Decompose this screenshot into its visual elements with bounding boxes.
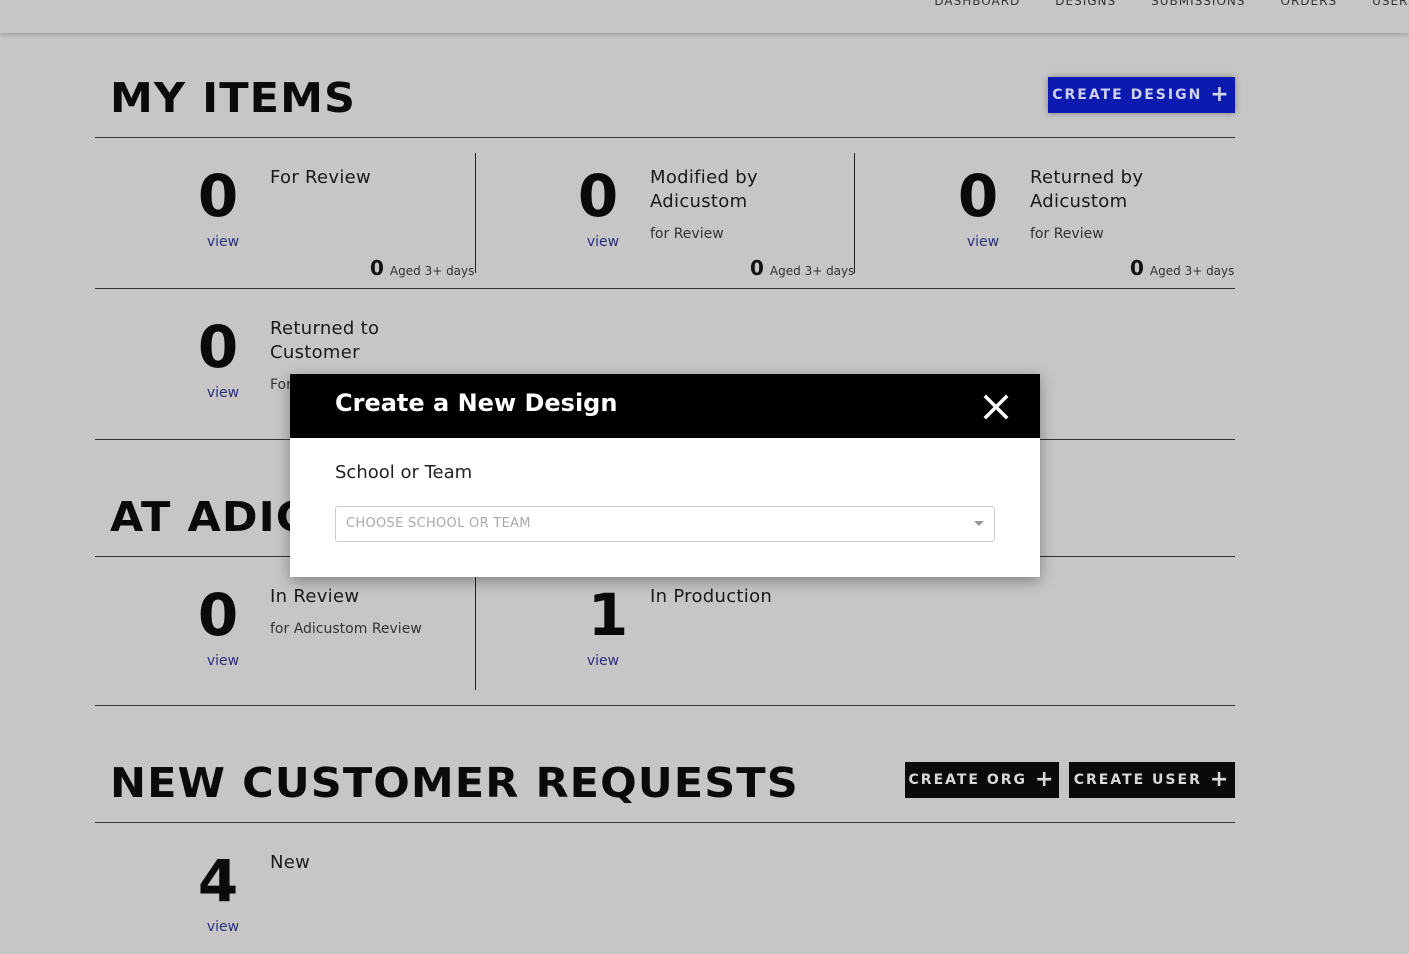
returned-by-count: 0	[957, 162, 999, 230]
top-nav-bar: DASHBOARD DESIGNS SUBMISSIONS ORDERS USE…	[0, 0, 1409, 33]
returned-by-sub: for Review	[1030, 226, 1104, 242]
divider	[475, 153, 476, 273]
main-nav: DASHBOARD DESIGNS SUBMISSIONS ORDERS USE…	[899, 0, 1409, 8]
modified-label: Modified by Adicustom	[650, 167, 758, 212]
in-production-view-link[interactable]: view	[573, 653, 633, 669]
my-items-title: MY ITEMS	[110, 74, 357, 122]
aged-label: Aged 3+ days	[769, 264, 855, 278]
aged-label: Aged 3+ days	[1149, 264, 1235, 278]
in-production-count: 1	[587, 581, 629, 649]
school-team-label: School or Team	[335, 462, 473, 483]
select-placeholder: CHOOSE SCHOOL OR TEAM	[346, 516, 531, 531]
create-design-button[interactable]: CREATE DESIGN +	[1048, 77, 1235, 113]
new-label: New	[270, 852, 311, 873]
school-team-select[interactable]: CHOOSE SCHOOL OR TEAM	[335, 506, 995, 542]
modified-aged: 0 Aged 3+ days	[750, 256, 854, 280]
nav-orders[interactable]: ORDERS	[1281, 0, 1338, 8]
modified-count: 0	[577, 162, 619, 230]
create-user-button[interactable]: CREATE USER +	[1069, 762, 1235, 798]
create-org-button[interactable]: CREATE ORG +	[905, 762, 1059, 798]
in-review-count: 0	[197, 581, 239, 649]
divider	[95, 288, 1235, 289]
returned-to-label: Returned to Customer	[270, 318, 380, 363]
aged-count: 0	[750, 256, 764, 280]
create-org-label: CREATE ORG	[908, 772, 1028, 788]
returned-to-view-link[interactable]: view	[193, 385, 253, 401]
returned-to-count: 0	[197, 313, 239, 381]
close-icon[interactable]	[982, 393, 1010, 421]
for-review-view-link[interactable]: view	[193, 234, 253, 250]
plus-icon: +	[1210, 82, 1231, 107]
for-review-label: For Review	[270, 167, 372, 188]
modified-view-link[interactable]: view	[573, 234, 633, 250]
divider	[95, 137, 1235, 138]
create-user-label: CREATE USER	[1073, 772, 1202, 788]
new-view-link[interactable]: view	[193, 919, 253, 935]
in-review-view-link[interactable]: view	[193, 653, 253, 669]
at-adicustom-title: AT ADIC	[110, 493, 309, 541]
in-production-label: In Production	[650, 586, 773, 607]
chevron-down-icon	[974, 521, 984, 526]
nav-users[interactable]: USERS	[1372, 0, 1409, 8]
divider	[95, 822, 1235, 823]
for-review-aged: 0 Aged 3+ days	[370, 256, 474, 280]
create-design-label: CREATE DESIGN	[1052, 87, 1203, 103]
in-review-sub: for Adicustom Review	[270, 621, 422, 637]
nav-dashboard[interactable]: DASHBOARD	[934, 0, 1020, 8]
divider	[475, 572, 476, 690]
returned-by-label: Returned by Adicustom	[1030, 167, 1144, 212]
create-design-modal: Create a New Design School or Team CHOOS…	[290, 374, 1040, 577]
for-review-count: 0	[197, 162, 239, 230]
new-requests-title: NEW CUSTOMER REQUESTS	[110, 759, 799, 807]
new-count: 4	[197, 847, 239, 915]
divider	[854, 153, 855, 273]
aged-count: 0	[370, 256, 384, 280]
nav-submissions[interactable]: SUBMISSIONS	[1151, 0, 1245, 8]
in-review-label: In Review	[270, 586, 360, 607]
modified-sub: for Review	[650, 226, 724, 242]
plus-icon: +	[1209, 767, 1231, 792]
returned-by-aged: 0 Aged 3+ days	[1130, 256, 1234, 280]
modal-title: Create a New Design	[335, 389, 618, 417]
returned-to-sub: For	[270, 377, 292, 393]
aged-label: Aged 3+ days	[389, 264, 475, 278]
aged-count: 0	[1130, 256, 1144, 280]
divider	[95, 705, 1235, 706]
plus-icon: +	[1035, 767, 1056, 792]
returned-by-view-link[interactable]: view	[953, 234, 1013, 250]
nav-designs[interactable]: DESIGNS	[1055, 0, 1116, 8]
modal-header: Create a New Design	[290, 374, 1040, 438]
